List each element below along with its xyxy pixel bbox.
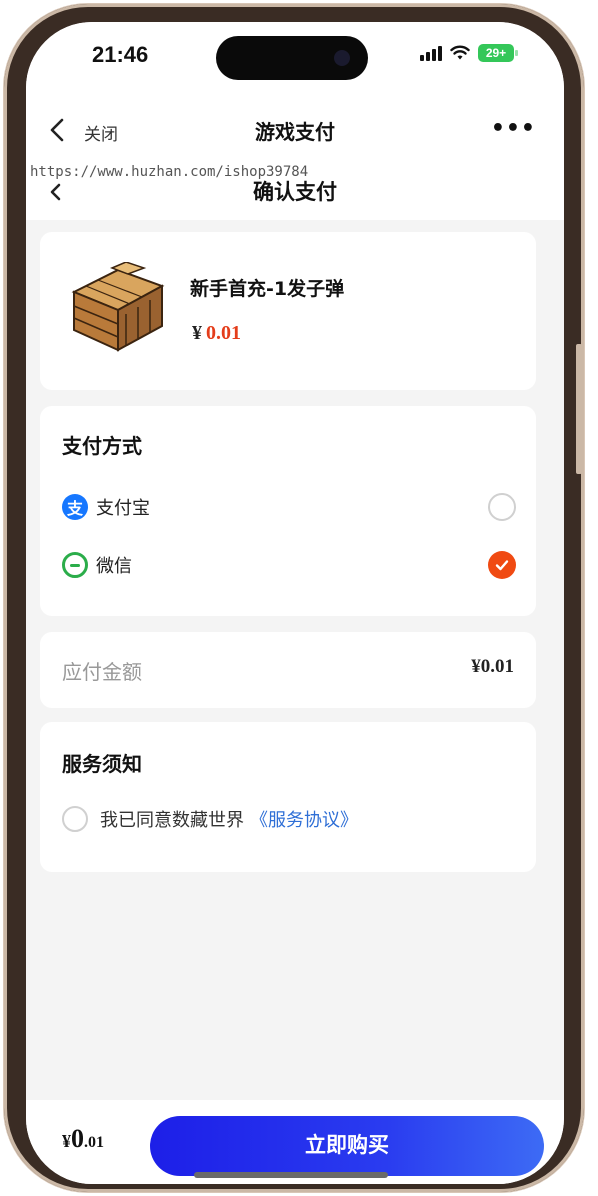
phone-screen: 21:46 29+ 关闭 游戏支付 ••• 确认支付 https://www.h… — [26, 22, 564, 1184]
product-name: 新手首充-1发子弹 — [190, 278, 345, 300]
product-card: 新手首充-1发子弹 ¥0.01 — [40, 232, 536, 390]
payment-option-label: 微信 — [96, 556, 132, 577]
buy-now-button[interactable]: 立即购买 — [150, 1116, 544, 1176]
page-title: 确认支付 — [253, 180, 337, 204]
service-agreement-link[interactable]: 《服务协议》 — [250, 806, 358, 832]
home-indicator[interactable] — [194, 1172, 388, 1178]
status-icons: 29+ — [420, 44, 518, 62]
crate-icon — [66, 261, 168, 354]
side-button — [576, 344, 584, 474]
amount-card: 应付金额 ¥0.01 — [40, 632, 536, 708]
page-header: 确认支付 https://www.huzhan.com/ishop39784 — [26, 158, 564, 220]
agreement-row: 我已同意数藏世界 《服务协议》 — [62, 806, 358, 832]
currency-symbol: ¥ — [192, 322, 202, 344]
amount-value: ¥0.01 — [471, 656, 514, 677]
wechat-icon — [62, 552, 88, 578]
phone-frame: 21:46 29+ 关闭 游戏支付 ••• 确认支付 https://www.h… — [4, 4, 584, 1192]
more-icon[interactable]: ••• — [491, 116, 536, 141]
page-back-icon[interactable] — [46, 180, 66, 204]
agreement-checkbox[interactable] — [62, 806, 88, 832]
alipay-icon: 支 — [62, 494, 88, 520]
service-notice-card: 服务须知 我已同意数藏世界 《服务协议》 — [40, 722, 536, 872]
bottom-integer: 0 — [71, 1124, 84, 1153]
checkmark-icon — [495, 560, 509, 571]
nav-title: 游戏支付 — [255, 120, 335, 144]
payment-option-label: 支付宝 — [96, 498, 150, 519]
nav-bar: 关闭 游戏支付 ••• — [26, 102, 564, 158]
alipay-radio[interactable] — [488, 493, 516, 521]
watermark-url: https://www.huzhan.com/ishop39784 — [30, 164, 309, 180]
status-time: 21:46 — [92, 42, 149, 67]
wifi-icon — [450, 45, 470, 61]
payment-method-card: 支付方式 支 支付宝 微信 — [40, 406, 536, 616]
bottom-total: ¥0.01 — [62, 1124, 104, 1154]
product-price: ¥0.01 — [192, 322, 241, 345]
status-bar: 21:46 29+ — [26, 22, 564, 102]
payment-option-alipay[interactable]: 支 支付宝 — [62, 490, 516, 524]
dynamic-island — [216, 36, 368, 80]
bottom-decimal: .01 — [84, 1134, 104, 1151]
agreement-text: 我已同意数藏世界 — [100, 810, 244, 831]
notice-section-title: 服务须知 — [62, 752, 142, 776]
payment-option-wechat[interactable]: 微信 — [62, 548, 516, 582]
payment-section-title: 支付方式 — [62, 434, 142, 458]
battery-icon: 29+ — [478, 44, 518, 62]
cellular-signal-icon — [420, 45, 442, 61]
wechat-radio-checked[interactable] — [488, 551, 516, 579]
bottom-currency: ¥ — [62, 1131, 71, 1151]
camera-icon — [334, 50, 350, 66]
amount-label: 应付金额 — [62, 660, 142, 684]
price-amount: 0.01 — [206, 322, 241, 344]
